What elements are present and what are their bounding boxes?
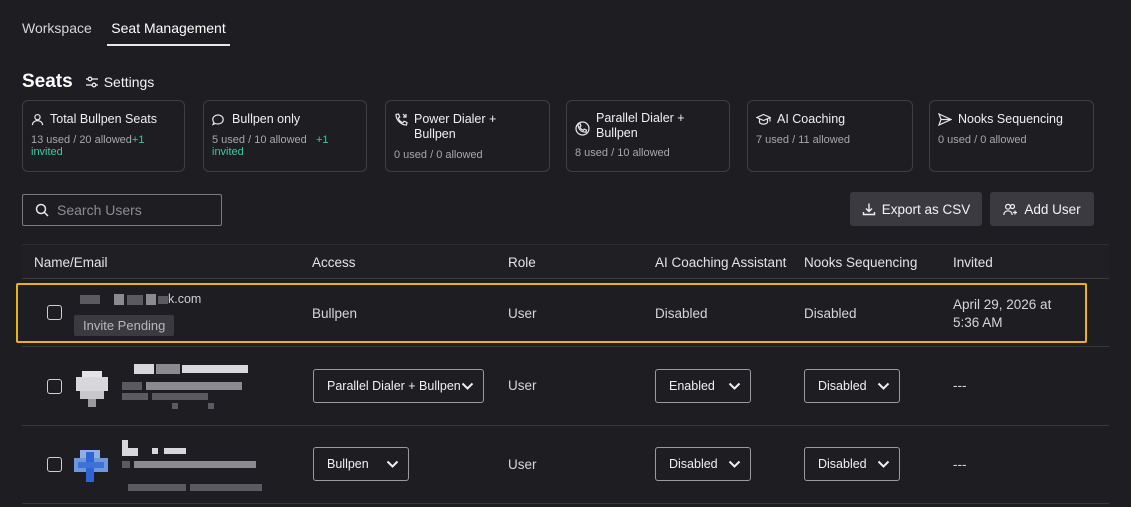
redacted-email [146,382,242,390]
ai-coaching-dropdown[interactable]: Disabled [655,447,751,481]
column-header-invited[interactable]: Invited [953,255,993,270]
chevron-down-icon [877,382,890,390]
ai-coaching-dropdown[interactable]: Enabled [655,369,751,403]
sequencing-dropdown[interactable]: Disabled [804,369,900,403]
access-dropdown-value: Bullpen [327,457,369,471]
page-title: Seats [22,71,73,92]
ai-coaching-dropdown-value: Enabled [669,379,715,393]
card-stat: 0 used / 0 allowed [938,134,1027,146]
redacted-name [152,448,158,454]
seat-card-ai-coaching: AI Coaching 7 used / 11 allowed [747,100,913,172]
search-input[interactable] [57,202,207,218]
add-user-button[interactable]: Add User [990,192,1094,226]
ai-coaching-dropdown-value: Disabled [669,457,718,471]
download-icon [862,203,875,216]
invited-value: --- [953,378,967,393]
sequencing-dropdown-value: Disabled [818,457,867,471]
role-value: User [508,378,537,393]
export-csv-button[interactable]: Export as CSV [850,192,982,226]
tab-seat-management[interactable]: Seat Management [107,20,230,46]
access-dropdown[interactable]: Parallel Dialer + Bullpen [313,369,484,403]
redacted-name [122,440,128,448]
invited-value: --- [953,457,967,472]
card-title: Power Dialer + Bullpen [414,112,497,141]
card-stat: 5 used / 10 allowed [212,134,307,146]
phone-dialer-icon [395,113,408,126]
row-checkbox[interactable] [47,457,62,472]
redacted-name [182,365,248,373]
card-title: Bullpen only [232,112,301,126]
table-header: Name/Email Access Role AI Coaching Assis… [22,244,1109,279]
card-stat: 8 used / 10 allowed [575,147,670,159]
avatar [74,450,108,482]
seat-card-parallel-dialer: Parallel Dialer + Bullpen 8 used / 10 al… [566,100,730,172]
chevron-down-icon [877,460,890,468]
role-value: User [508,457,537,472]
card-stat: 13 used / 20 allowed [31,134,132,146]
redacted-name [134,364,154,374]
settings-label: Settings [103,74,155,90]
redacted-email [122,382,142,390]
column-header-nooks-sequencing[interactable]: Nooks Sequencing [804,255,917,270]
redacted-email [122,393,148,400]
redacted-name [156,364,180,374]
users-plus-icon [1003,203,1018,215]
chevron-down-icon [386,460,399,468]
redacted-email [134,461,256,468]
graduation-cap-icon [756,113,771,125]
seat-card-total-bullpen: Total Bullpen Seats 13 used / 20 allowed… [22,100,185,172]
search-box [22,194,222,226]
export-label: Export as CSV [881,201,971,217]
chat-bubbles-icon [212,114,224,126]
redacted-email [208,403,214,409]
table-row: Parallel Dialer + Bullpen User Enabled D… [22,347,1109,426]
redacted-name [164,448,186,454]
column-header-ai-coaching[interactable]: AI Coaching Assistant [655,255,786,270]
sliders-icon [85,76,98,88]
access-dropdown-value: Parallel Dialer + Bullpen [327,379,461,393]
table-row: Bullpen User Disabled Disabled --- [22,426,1109,504]
redacted-email [152,393,208,400]
redacted-email [172,403,178,409]
redacted-name [122,448,138,456]
column-header-access[interactable]: Access [312,255,356,270]
seats-header: Seats Settings [22,71,154,93]
column-header-name-email[interactable]: Name/Email [34,255,108,270]
user-icon [31,113,44,126]
card-title: Nooks Sequencing [958,112,1063,126]
settings-button[interactable]: Settings [85,74,155,90]
chevron-down-icon [728,460,741,468]
redacted-email [122,461,130,468]
card-title: Total Bullpen Seats [50,112,158,126]
tab-workspace[interactable]: Workspace [22,20,92,36]
card-stat: 0 used / 0 allowed [394,149,483,161]
avatar [76,371,108,407]
chevron-down-icon [728,382,741,390]
add-user-label: Add User [1024,201,1081,217]
search-icon [35,203,49,217]
card-title: AI Coaching [777,112,846,126]
seat-card-bullpen-only: Bullpen only 5 used / 10 allowed +1 invi… [203,100,367,172]
top-tabs: Workspace Seat Management [0,0,1131,46]
card-title: Parallel Dialer + Bullpen [596,111,685,140]
card-stat: 7 used / 11 allowed [756,134,850,146]
redacted-email [128,484,186,491]
access-dropdown[interactable]: Bullpen [313,447,409,481]
seat-card-power-dialer: Power Dialer + Bullpen 0 used / 0 allowe… [385,100,550,172]
chevron-down-icon [461,382,474,390]
phone-bubble-icon [575,121,590,136]
seat-card-nooks-sequencing: Nooks Sequencing 0 used / 0 allowed [929,100,1094,172]
sequencing-dropdown[interactable]: Disabled [804,447,900,481]
redacted-email [190,484,262,491]
row-checkbox[interactable] [47,379,62,394]
sequencing-dropdown-value: Disabled [818,379,867,393]
send-icon [938,113,952,126]
column-header-role[interactable]: Role [508,255,536,270]
highlight-box [16,283,1087,343]
